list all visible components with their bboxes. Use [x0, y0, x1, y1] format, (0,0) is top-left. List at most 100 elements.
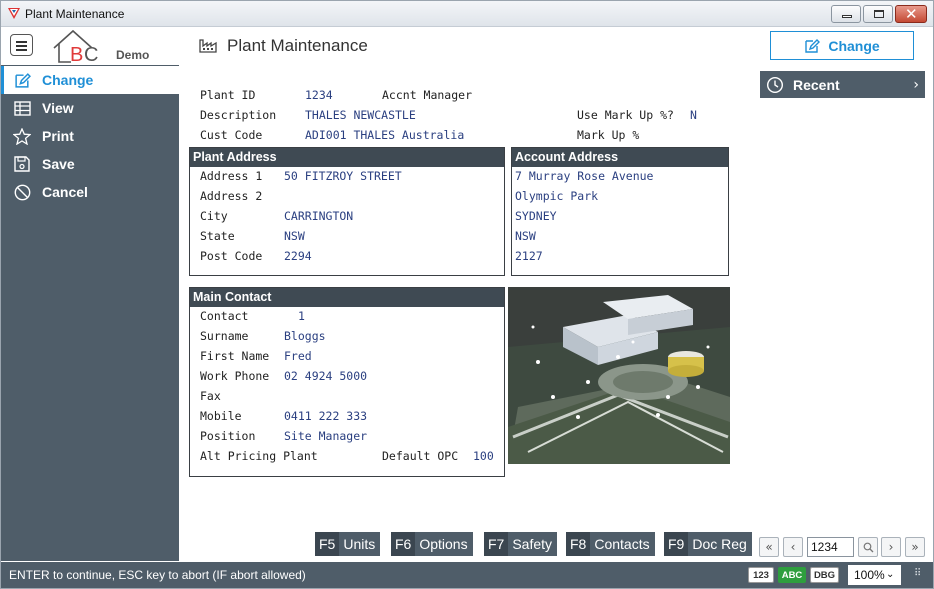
- maximize-icon: [874, 10, 884, 18]
- postcode-value[interactable]: 2294: [284, 249, 312, 263]
- account-address-line: NSW: [515, 229, 536, 243]
- logo-demo-label: Demo: [116, 48, 150, 62]
- recent-label: Recent: [793, 76, 840, 93]
- plant-id-value[interactable]: 1234: [305, 88, 333, 102]
- f8-contacts-button[interactable]: F8 Contacts: [566, 532, 655, 556]
- account-address-line: Olympic Park: [515, 189, 599, 203]
- city-label: City: [200, 209, 228, 223]
- f7-safety-button[interactable]: F7 Safety: [484, 532, 558, 556]
- window-title: Plant Maintenance: [25, 7, 125, 21]
- address2-label: Address 2: [200, 189, 263, 203]
- save-icon: [13, 155, 31, 173]
- description-value[interactable]: THALES NEWCASTLE: [305, 108, 416, 122]
- f6-options-button[interactable]: F6 Options: [391, 532, 473, 556]
- minimize-button[interactable]: [831, 5, 861, 23]
- position-label: Position: [200, 429, 256, 443]
- contact-value[interactable]: 1: [298, 309, 305, 323]
- use-markup-label: Use Mark Up %?: [577, 108, 674, 122]
- use-markup-value[interactable]: N: [690, 108, 697, 122]
- sidebar-item-label: View: [42, 100, 74, 116]
- fkey-code: F8: [566, 532, 591, 556]
- main-contact-panel: Main Contact Contact 1 Surname Bloggs Fi…: [189, 287, 505, 477]
- default-opc-value[interactable]: 100: [473, 449, 494, 463]
- maximize-button[interactable]: [863, 5, 893, 23]
- cust-code-label: Cust Code: [200, 128, 263, 142]
- fkey-code: F5: [315, 532, 340, 556]
- last-record-button[interactable]: »: [905, 537, 925, 557]
- plant-model-image: [508, 287, 730, 464]
- change-button-label: Change: [828, 37, 880, 54]
- fkey-code: F6: [391, 532, 416, 556]
- account-address-title: Account Address: [512, 148, 728, 167]
- cust-code-value[interactable]: ADI001 THALES Australia: [305, 128, 464, 142]
- fkey-code: F7: [484, 532, 509, 556]
- surname-value[interactable]: Bloggs: [284, 329, 326, 343]
- sidebar-item-print[interactable]: Print: [1, 122, 179, 150]
- f9-doc-reg-button[interactable]: F9 Doc Reg: [664, 532, 752, 556]
- fkey-label: Safety: [512, 536, 553, 552]
- plant-address-title: Plant Address: [190, 148, 504, 167]
- contact-label: Contact: [200, 309, 249, 323]
- account-address-line: 2127: [515, 249, 543, 263]
- address1-label: Address 1: [200, 169, 263, 183]
- fkey-label: Units: [343, 536, 376, 552]
- first-name-value[interactable]: Fred: [284, 349, 312, 363]
- fax-label: Fax: [200, 389, 221, 403]
- main-contact-title: Main Contact: [190, 288, 504, 307]
- hamburger-icon-line: [16, 45, 27, 47]
- double-chevron-left-icon: «: [765, 540, 773, 554]
- fkey-label: Contacts: [594, 536, 650, 552]
- surname-label: Surname: [200, 329, 249, 343]
- fkey-label: Options: [419, 536, 468, 552]
- menu-button[interactable]: [10, 34, 33, 56]
- state-value[interactable]: NSW: [284, 229, 305, 243]
- chevron-right-icon: ›: [888, 540, 894, 554]
- capslock-badge: ABC: [778, 567, 806, 583]
- plant-address-panel: Plant Address Address 1 50 FITZROY STREE…: [189, 147, 505, 276]
- city-value[interactable]: CARRINGTON: [284, 209, 353, 223]
- recent-panel-button[interactable]: Recent ›: [760, 71, 925, 98]
- chevron-right-icon: ›: [913, 76, 919, 93]
- title-bar: Plant Maintenance ✕: [1, 1, 933, 27]
- search-record-button[interactable]: [858, 537, 878, 557]
- change-button[interactable]: Change: [770, 31, 914, 60]
- resize-grip-icon[interactable]: ⠿: [914, 568, 921, 579]
- previous-record-button[interactable]: ‹: [783, 537, 803, 557]
- work-phone-label: Work Phone: [200, 369, 270, 383]
- work-phone-value[interactable]: 02 4924 5000: [284, 369, 367, 383]
- sidebar-item-view[interactable]: View: [1, 94, 179, 122]
- chevron-left-icon: ‹: [790, 540, 796, 554]
- position-value[interactable]: Site Manager: [284, 429, 367, 443]
- record-id-input[interactable]: 1234: [807, 537, 854, 557]
- svg-text:B: B: [70, 44, 83, 64]
- sidebar-item-cancel[interactable]: Cancel: [1, 178, 179, 206]
- sidebar-item-save[interactable]: Save: [1, 150, 179, 178]
- address1-value[interactable]: 50 FITZROY STREET: [284, 169, 402, 183]
- account-address-line: SYDNEY: [515, 209, 557, 223]
- account-address-line: 7 Murray Rose Avenue: [515, 169, 654, 183]
- account-address-panel: Account Address 7 Murray Rose Avenue Oly…: [511, 147, 729, 276]
- f5-units-button[interactable]: F5 Units: [315, 532, 381, 556]
- next-record-button[interactable]: ›: [881, 537, 901, 557]
- state-label: State: [200, 229, 235, 243]
- plant-photo: [508, 287, 730, 464]
- status-bar: ENTER to continue, ESC key to abort (IF …: [1, 562, 933, 588]
- cancel-icon: [13, 183, 31, 201]
- mobile-value[interactable]: 0411 222 333: [284, 409, 367, 423]
- zoom-select[interactable]: 100% ⌄: [848, 565, 901, 585]
- clock-icon: [766, 76, 784, 93]
- close-button[interactable]: ✕: [895, 5, 927, 23]
- sidebar-item-label: Change: [42, 72, 94, 88]
- edit-icon: [13, 71, 31, 89]
- app-logo-icon: [8, 8, 20, 19]
- double-chevron-right-icon: »: [911, 540, 919, 554]
- factory-icon: [199, 39, 217, 53]
- first-record-button[interactable]: «: [759, 537, 779, 557]
- sidebar-item-change[interactable]: Change: [1, 66, 179, 94]
- default-opc-label: Default OPC: [382, 449, 459, 463]
- fkey-label: Doc Reg: [692, 536, 747, 552]
- first-name-label: First Name: [200, 349, 270, 363]
- app-header: B C Demo Plant Maintenance Change: [1, 28, 933, 64]
- table-icon: [13, 99, 31, 117]
- fkey-code: F9: [664, 532, 689, 556]
